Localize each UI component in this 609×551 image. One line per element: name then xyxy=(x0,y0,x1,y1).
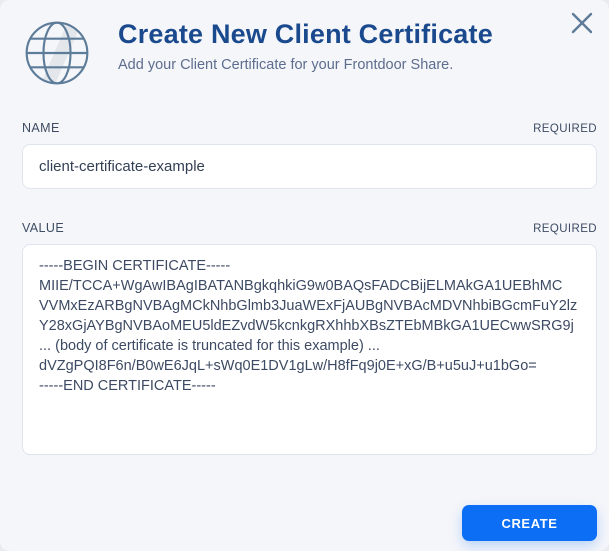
name-label: NAME xyxy=(22,121,60,135)
value-textarea[interactable]: -----BEGIN CERTIFICATE----- MIIE/TCCA+Wg… xyxy=(22,244,597,455)
value-label: VALUE xyxy=(22,221,65,235)
value-label-row: VALUE REQUIRED xyxy=(22,221,597,235)
value-required-badge: REQUIRED xyxy=(533,223,597,235)
close-icon xyxy=(571,12,593,34)
value-field-group: VALUE REQUIRED -----BEGIN CERTIFICATE---… xyxy=(22,221,597,455)
field-spacer xyxy=(22,189,597,221)
modal-title: Create New Client Certificate xyxy=(118,19,493,49)
create-button[interactable]: CREATE xyxy=(462,505,597,541)
modal-header: Create New Client Certificate Add your C… xyxy=(0,0,609,96)
name-required-badge: REQUIRED xyxy=(533,123,597,135)
name-field-group: NAME REQUIRED xyxy=(22,121,597,189)
close-button[interactable] xyxy=(567,8,597,38)
name-input[interactable] xyxy=(22,144,597,189)
globe-icon xyxy=(16,12,98,94)
name-label-row: NAME REQUIRED xyxy=(22,121,597,135)
certificate-form: NAME REQUIRED VALUE REQUIRED -----BEGIN … xyxy=(22,121,597,455)
modal-subtitle: Add your Client Certificate for your Fro… xyxy=(118,56,454,73)
create-client-certificate-modal: Create New Client Certificate Add your C… xyxy=(0,0,609,551)
